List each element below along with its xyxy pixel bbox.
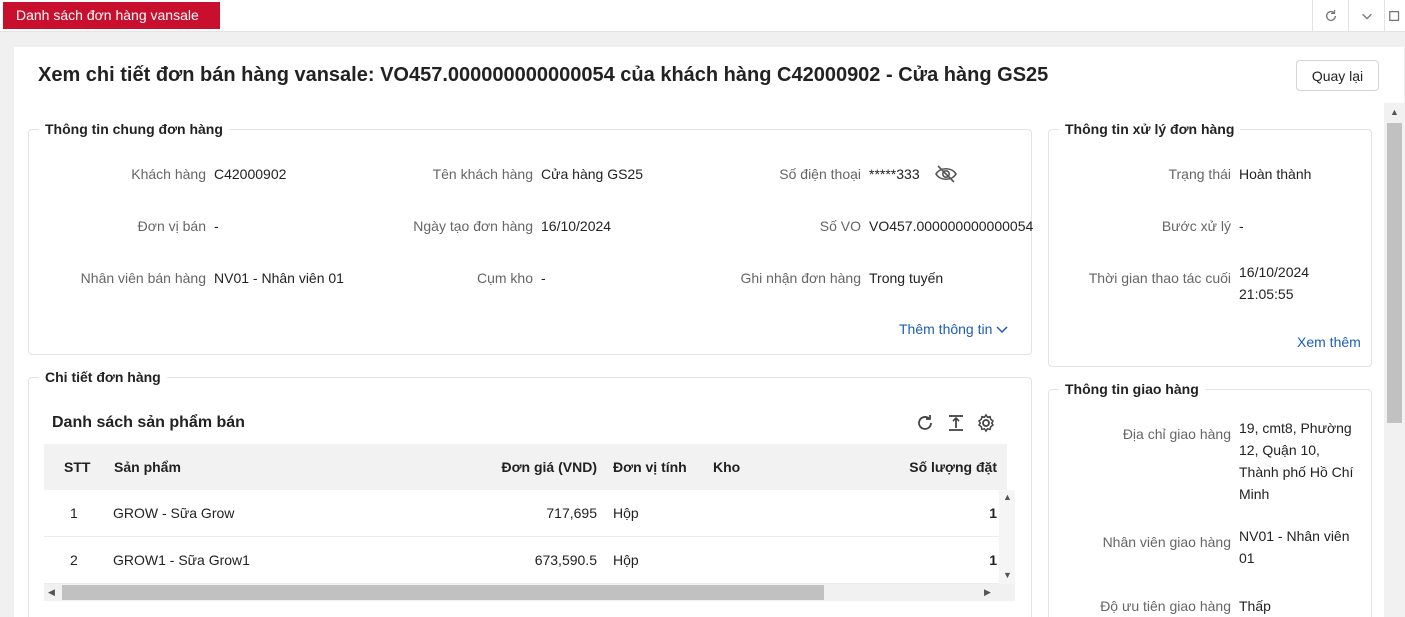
column-header[interactable]: Sản phẩm bbox=[114, 459, 181, 475]
field-label: Địa chỉ giao hàng bbox=[1122, 426, 1231, 442]
scroll-up-icon[interactable]: ▲ bbox=[1003, 492, 1012, 502]
scroll-up-icon[interactable]: ▲ bbox=[1390, 107, 1399, 117]
scroll-thumb[interactable] bbox=[62, 585, 824, 600]
table-horizontal-scrollbar[interactable]: ◀ ▶ bbox=[44, 584, 1015, 601]
cell-stt: 2 bbox=[70, 552, 78, 568]
cell-product: GROW - Sữa Grow bbox=[113, 505, 235, 521]
section-title: Thông tin chung đơn hàng bbox=[39, 121, 229, 137]
field-label: Thời gian thao tác cuối bbox=[1088, 270, 1231, 286]
processing-info-section: Thông tin xử lý đơn hàng bbox=[1048, 121, 1372, 367]
chevron-down-icon bbox=[1361, 13, 1372, 20]
table-vertical-scrollbar[interactable]: ▲ ▼ bbox=[999, 490, 1015, 584]
tab-order-list[interactable]: Danh sách đơn hàng vansale bbox=[3, 2, 220, 29]
field-value: - bbox=[214, 218, 219, 234]
field-label: Khách hàng bbox=[131, 166, 206, 182]
column-header[interactable]: STT bbox=[64, 459, 90, 475]
section-title: Thông tin giao hàng bbox=[1059, 381, 1205, 397]
see-more-link[interactable]: Xem thêm bbox=[1297, 334, 1361, 350]
expand-icon bbox=[1389, 10, 1400, 22]
cell-unit: Hộp bbox=[613, 552, 639, 568]
column-header[interactable]: Số lượng đặt bbox=[909, 459, 997, 475]
cell-stt: 1 bbox=[70, 505, 78, 521]
delivery-address: 19, cmt8, Phường 12, Quận 10, Thành phố … bbox=[1239, 420, 1354, 502]
refresh-button[interactable] bbox=[1312, 0, 1348, 32]
field-label: Bước xử lý bbox=[1161, 218, 1231, 234]
scroll-down-icon[interactable]: ▼ bbox=[1003, 570, 1012, 580]
field-label: Tên khách hàng bbox=[432, 166, 533, 182]
settings-icon[interactable] bbox=[976, 413, 996, 433]
last-action-time: 16/10/2024 21:05:55 bbox=[1239, 264, 1310, 302]
scroll-left-icon[interactable]: ◀ bbox=[48, 587, 55, 598]
field-value: C42000902 bbox=[214, 166, 287, 182]
section-title: Thông tin xử lý đơn hàng bbox=[1059, 121, 1241, 137]
column-header[interactable]: Đơn giá (VND) bbox=[501, 459, 597, 475]
refresh-icon bbox=[1325, 9, 1336, 21]
field-label: Nhân viên bán hàng bbox=[80, 270, 206, 286]
chevron-down-icon bbox=[996, 326, 1008, 334]
table-row[interactable]: 1 GROW - Sữa Grow 717,695 Hộp 1 bbox=[44, 490, 999, 537]
table-title: Danh sách sản phẩm bán bbox=[52, 414, 245, 431]
tab-bar: Danh sách đơn hàng vansale bbox=[0, 0, 1405, 32]
expand-button[interactable] bbox=[1384, 0, 1405, 32]
field-value: Trong tuyến bbox=[869, 270, 944, 286]
cell-unit: Hộp bbox=[613, 505, 639, 521]
eye-off-icon[interactable] bbox=[934, 164, 958, 184]
delivery-priority: Thấp bbox=[1239, 598, 1271, 614]
status-value: Hoàn thành bbox=[1239, 166, 1312, 182]
dropdown-button[interactable] bbox=[1348, 0, 1384, 32]
scroll-thumb[interactable] bbox=[1387, 123, 1402, 423]
field-value: *****333 bbox=[869, 166, 920, 182]
cell-price: 717,695 bbox=[546, 505, 597, 521]
field-value: - bbox=[1239, 218, 1244, 234]
cell-qty: 1 bbox=[989, 552, 997, 568]
refresh-icon[interactable] bbox=[915, 413, 935, 433]
column-header[interactable]: Kho bbox=[713, 459, 740, 475]
field-label: Số VO bbox=[819, 218, 861, 234]
section-title: Chi tiết đơn hàng bbox=[39, 369, 167, 385]
field-label: Cụm kho bbox=[476, 270, 533, 286]
field-value: NV01 - Nhân viên 01 bbox=[214, 270, 344, 286]
field-label: Số điện thoại bbox=[779, 166, 861, 182]
field-label: Trạng thái bbox=[1168, 166, 1231, 182]
more-info-link[interactable]: Thêm thông tin bbox=[899, 321, 1008, 337]
page-scrollbar[interactable]: ▲ bbox=[1384, 103, 1405, 617]
column-height-icon[interactable] bbox=[946, 413, 966, 433]
field-value: 16/10/2024 bbox=[541, 218, 612, 234]
page-title: Xem chi tiết đơn bán hàng vansale: VO457… bbox=[38, 64, 1049, 86]
field-value: VO457.000000000000054 bbox=[869, 218, 1034, 234]
field-label: Nhân viên giao hàng bbox=[1102, 534, 1231, 550]
field-label: Độ ưu tiên giao hàng bbox=[1100, 598, 1231, 614]
page-header: Xem chi tiết đơn bán hàng vansale: VO457… bbox=[14, 47, 1404, 103]
field-value: Cửa hàng GS25 bbox=[541, 166, 643, 182]
delivery-staff: NV01 - Nhân viên 01 bbox=[1239, 528, 1350, 566]
cell-qty: 1 bbox=[989, 505, 997, 521]
field-label: Ghi nhận đơn hàng bbox=[740, 270, 862, 286]
cell-product: GROW1 - Sữa Grow1 bbox=[113, 552, 250, 568]
general-info-section: Thông tin chung đơn hàng bbox=[28, 121, 1032, 355]
field-label: Ngày tạo đơn hàng bbox=[413, 218, 533, 234]
scroll-right-icon[interactable]: ▶ bbox=[984, 587, 991, 598]
back-button[interactable]: Quay lại bbox=[1296, 60, 1379, 91]
more-info-label: Thêm thông tin bbox=[899, 321, 993, 337]
column-header[interactable]: Đơn vị tính bbox=[613, 459, 687, 475]
field-label: Đơn vị bán bbox=[137, 218, 206, 234]
table-header: STT Sản phẩm Đơn giá (VND) Đơn vị tính K… bbox=[44, 444, 1007, 490]
field-value: - bbox=[541, 270, 546, 286]
cell-price: 673,590.5 bbox=[534, 552, 597, 568]
table-row[interactable]: 2 GROW1 - Sữa Grow1 673,590.5 Hộp 1 bbox=[44, 537, 999, 584]
